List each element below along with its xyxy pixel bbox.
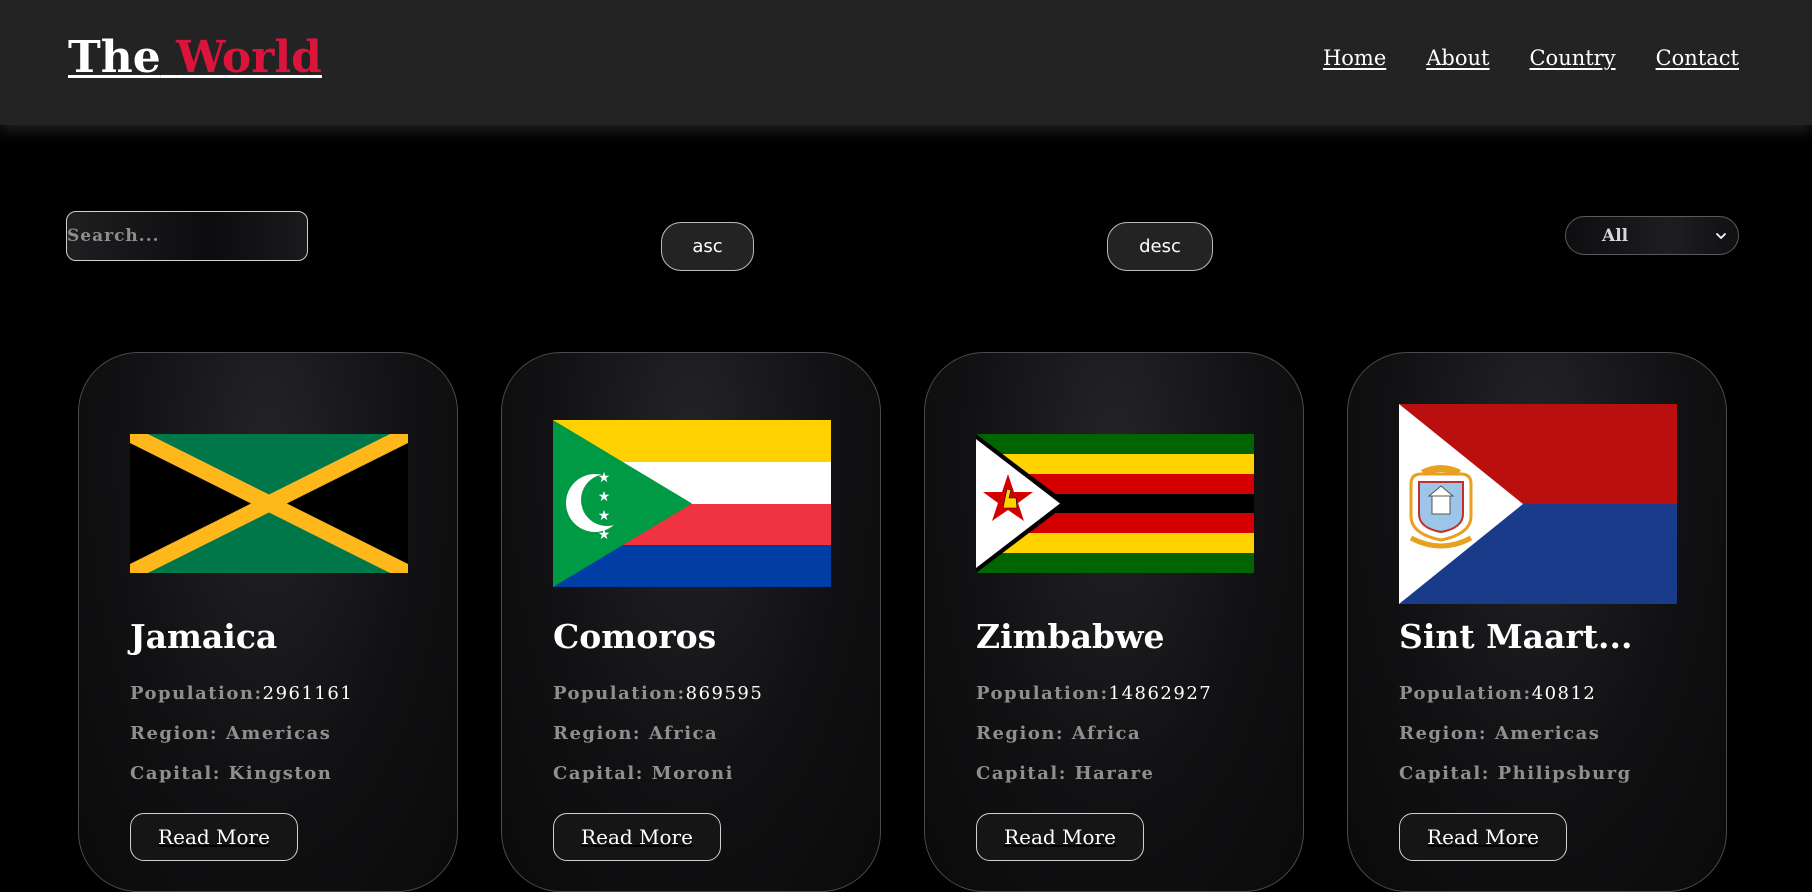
read-more-button[interactable]: Read More [553,813,721,861]
chevron-down-icon [1716,233,1726,239]
population-stat: Population:869595 [553,683,763,704]
site-logo[interactable]: The World [68,32,322,83]
sint-maarten-flag-icon [1399,404,1677,604]
comoros-flag-icon: ★ ★ ★ ★ [553,420,831,587]
region-filter-select[interactable]: All [1565,216,1739,255]
capital-stat: Capital: Philipsburg [1399,763,1632,784]
brand-word-world: World [176,32,322,83]
read-more-label: Read More [158,825,270,849]
read-more-label: Read More [581,825,693,849]
population-value: 869595 [685,683,764,704]
read-more-button[interactable]: Read More [130,813,298,861]
read-more-label: Read More [1004,825,1116,849]
main-nav: Home About Country Contact [1323,46,1739,70]
sort-asc-button[interactable]: asc [661,222,754,271]
region-stat: Region: Africa [976,723,1142,744]
population-stat: Population:14862927 [976,683,1212,704]
region-stat: Region: Africa [553,723,719,744]
population-value: 40812 [1531,683,1597,704]
population-label: Population: [976,683,1109,704]
jamaica-flag-icon [130,434,408,573]
svg-text:★: ★ [598,470,611,486]
read-more-button[interactable]: Read More [1399,813,1567,861]
population-label: Population: [553,683,686,704]
read-more-label: Read More [1427,825,1539,849]
population-stat: Population:2961161 [130,683,353,704]
population-value: 14862927 [1108,683,1213,704]
country-name: Jamaica [130,617,278,656]
svg-text:★: ★ [598,508,611,524]
nav-link-home[interactable]: Home [1323,46,1386,70]
capital-stat: Capital: Kingston [130,763,333,784]
country-card: Jamaica Population:2961161 Region: Ameri… [78,352,458,892]
region-stat: Region: Americas [1399,723,1601,744]
country-card: ★ ★ ★ ★ Comoros Population:869595 Region… [501,352,881,892]
population-stat: Population:40812 [1399,683,1596,704]
region-stat: Region: Americas [130,723,332,744]
capital-stat: Capital: Harare [976,763,1155,784]
country-name: Zimbabwe [976,617,1165,656]
nav-link-country[interactable]: Country [1529,46,1615,70]
sort-desc-button[interactable]: desc [1107,222,1213,271]
brand-word-the: The [68,32,161,83]
read-more-button[interactable]: Read More [976,813,1144,861]
zimbabwe-flag-icon [976,434,1254,573]
country-name: Sint Maart... [1399,617,1633,656]
population-value: 2961161 [262,683,354,704]
svg-text:★: ★ [598,489,611,505]
country-card: Zimbabwe Population:14862927 Region: Afr… [924,352,1304,892]
population-label: Population: [130,683,263,704]
site-header: The World Home About Country Contact [0,0,1812,125]
country-card: Sint Maart... Population:40812 Region: A… [1347,352,1727,892]
capital-stat: Capital: Moroni [553,763,734,784]
country-name: Comoros [553,617,717,656]
region-filter-value: All [1602,225,1629,246]
nav-link-contact[interactable]: Contact [1656,46,1739,70]
svg-text:★: ★ [598,527,611,543]
search-input[interactable] [66,211,308,261]
population-label: Population: [1399,683,1532,704]
nav-link-about[interactable]: About [1426,46,1489,70]
